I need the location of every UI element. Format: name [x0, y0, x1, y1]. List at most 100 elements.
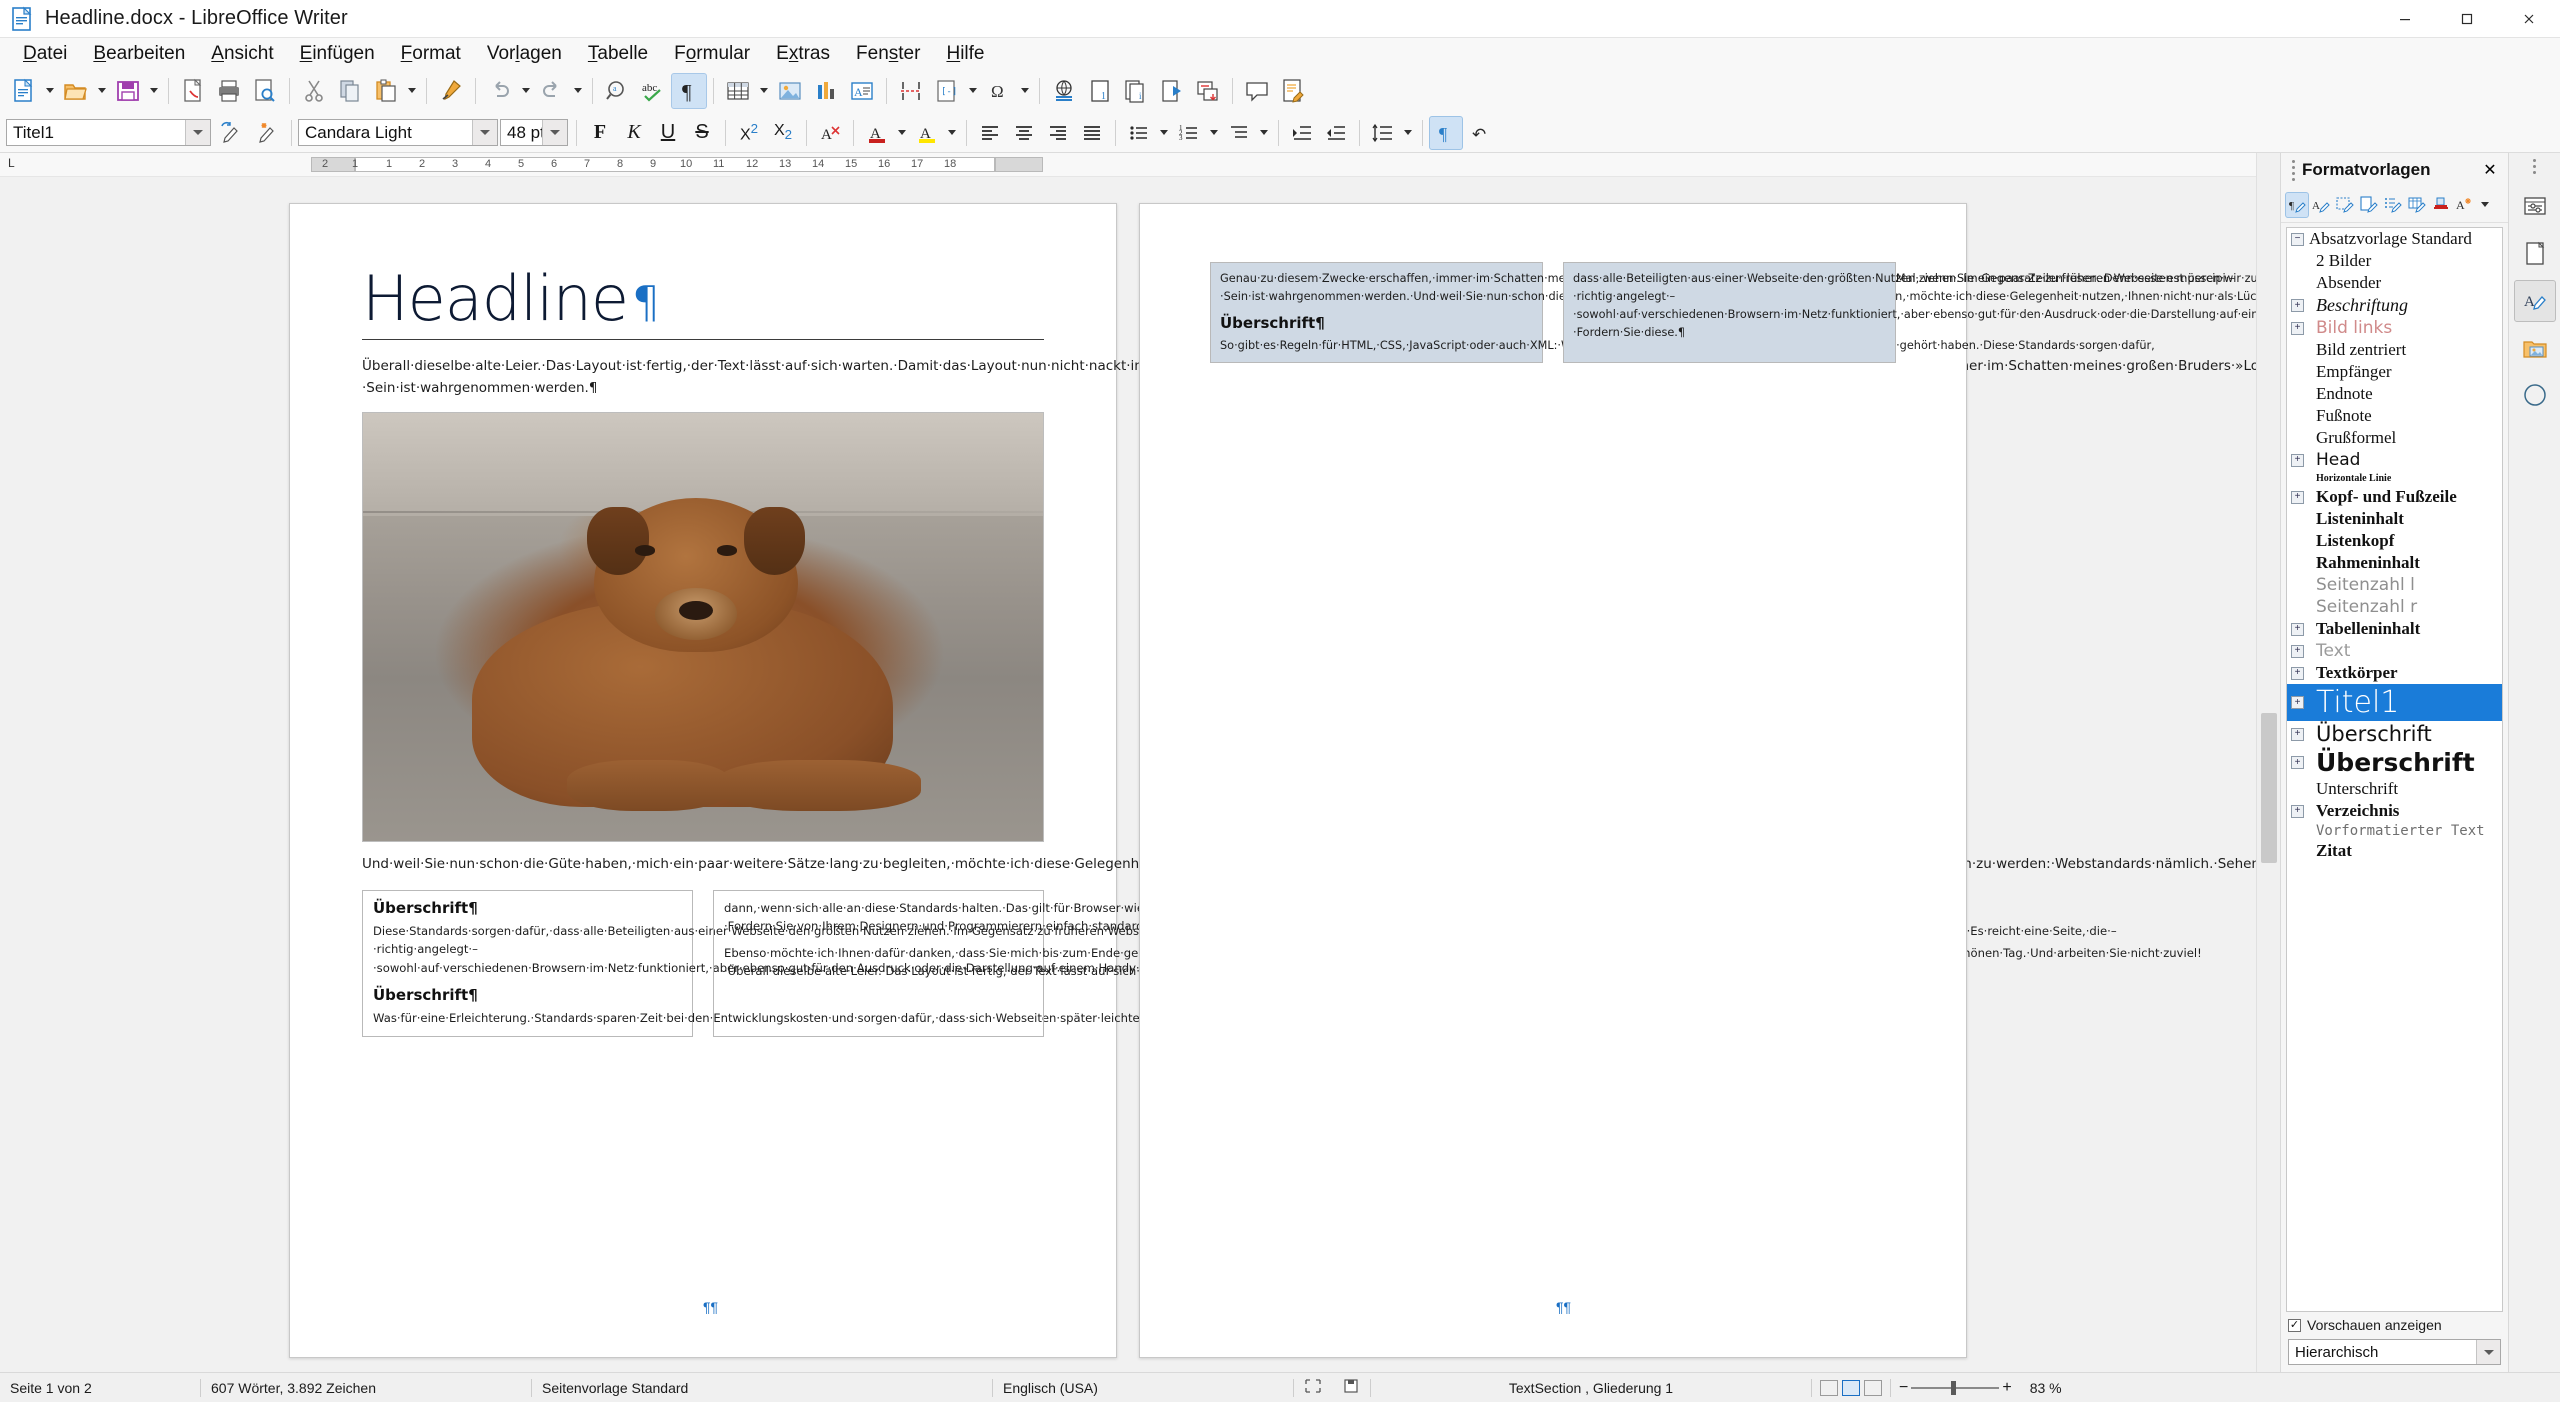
- insert-hyperlink-icon[interactable]: [1046, 73, 1082, 109]
- list-styles-icon[interactable]: [2381, 192, 2405, 218]
- menu-vorlagen[interactable]: Vorlagen: [474, 41, 575, 66]
- zoom-thumb[interactable]: [1951, 1380, 1957, 1395]
- menu-ansicht[interactable]: Ansicht: [198, 41, 286, 66]
- align-justify-button[interactable]: [1075, 116, 1109, 150]
- clear-formatting-button[interactable]: A: [813, 116, 847, 150]
- style-list-item[interactable]: + Bild links: [2287, 317, 2502, 339]
- highlight-color-dropdown[interactable]: [944, 115, 960, 151]
- style-list-item[interactable]: + Tabelleninhalt: [2287, 618, 2502, 640]
- table-styles-icon[interactable]: [2405, 192, 2429, 218]
- menu-hilfe[interactable]: Hilfe: [933, 41, 997, 66]
- menu-bearbeiten[interactable]: Bearbeiten: [80, 41, 198, 66]
- rail-grip-icon[interactable]: [2533, 159, 2536, 174]
- minimize-button[interactable]: [2374, 0, 2436, 38]
- multi-page-view-icon[interactable]: [1842, 1379, 1860, 1396]
- single-page-view-icon[interactable]: [1820, 1379, 1838, 1396]
- font-name-combo[interactable]: Candara Light: [298, 119, 498, 146]
- style-list-item[interactable]: Bild zentriert: [2287, 339, 2502, 361]
- new-document-dropdown[interactable]: [42, 73, 58, 109]
- section-body-4[interactable]: Ebenso·möchte·ich·Ihnen·dafür·danken,·da…: [724, 944, 2202, 981]
- style-list-item[interactable]: Zitat: [2287, 840, 2502, 862]
- menu-extras[interactable]: Extras: [763, 41, 843, 66]
- text-direction-button[interactable]: ↶: [1463, 116, 1497, 150]
- page-2-column-right[interactable]: dass·alle·Beteiligten·aus·einer·Webseite…: [1563, 262, 2256, 363]
- status-page-style[interactable]: Seitenvorlage Standard: [532, 1380, 992, 1396]
- export-pdf-icon[interactable]: [175, 73, 211, 109]
- insert-bookmark-icon[interactable]: [1154, 73, 1190, 109]
- increase-indent-button[interactable]: [1285, 116, 1319, 150]
- styles-toolbar-dropdown[interactable]: [2477, 192, 2493, 218]
- section-body[interactable]: Diese·Standards·sorgen·dafür,·dass·alle·…: [373, 922, 2117, 978]
- insert-image-icon[interactable]: [772, 73, 808, 109]
- insert-table-dropdown[interactable]: [756, 73, 772, 109]
- status-language[interactable]: Englisch (USA): [993, 1380, 1293, 1396]
- paste-icon[interactable]: [368, 73, 404, 109]
- cut-icon[interactable]: [296, 73, 332, 109]
- styles-filter-select[interactable]: Hierarchisch: [2288, 1339, 2501, 1365]
- spelling-icon[interactable]: abc: [635, 73, 671, 109]
- styles-filter-dropdown-icon[interactable]: [2476, 1340, 2500, 1364]
- expand-icon[interactable]: +: [2291, 696, 2304, 709]
- image-follow-paragraph[interactable]: Und·weil·Sie·nun·schon·die·Güte·haben,·m…: [362, 854, 2256, 876]
- style-list-item[interactable]: Seitenzahl l: [2287, 574, 2502, 596]
- style-list-item[interactable]: Vorformatierter Text: [2287, 822, 2502, 840]
- insert-special-character-dropdown[interactable]: [1017, 73, 1033, 109]
- zoom-in-icon[interactable]: +: [2002, 1379, 2011, 1397]
- line-spacing-dropdown[interactable]: [1400, 115, 1416, 151]
- insert-cross-reference-icon[interactable]: [1190, 73, 1226, 109]
- maximize-button[interactable]: [2436, 0, 2498, 38]
- open-document-dropdown[interactable]: [94, 73, 110, 109]
- page-break-icon[interactable]: [893, 73, 929, 109]
- new-style-from-selection-icon[interactable]: A: [2453, 192, 2477, 218]
- formatting-marks-toggle[interactable]: ¶: [1429, 115, 1463, 150]
- zoom-track[interactable]: [1911, 1380, 2000, 1395]
- fill-format-mode-icon[interactable]: [2429, 192, 2453, 218]
- style-list-item[interactable]: Empfänger: [2287, 361, 2502, 383]
- section-body-3[interactable]: dann,·wenn·sich·alle·an·diese·Standards·…: [724, 899, 1901, 936]
- style-list-item[interactable]: + Kopf- und Fußzeile: [2287, 486, 2502, 508]
- zoom-out-icon[interactable]: −: [1899, 1379, 1908, 1397]
- expand-icon[interactable]: +: [2291, 622, 2304, 636]
- expand-icon[interactable]: +: [2291, 666, 2304, 680]
- expand-icon[interactable]: +: [2291, 321, 2304, 335]
- style-list-item[interactable]: Fußnote: [2287, 405, 2502, 427]
- frame-styles-icon[interactable]: [2333, 192, 2357, 218]
- undo-dropdown[interactable]: [518, 73, 534, 109]
- align-left-button[interactable]: [973, 116, 1007, 150]
- ordered-list-dropdown[interactable]: [1206, 115, 1222, 151]
- ruler-tab-selector[interactable]: L: [8, 156, 15, 170]
- view-layout-modes[interactable]: [1812, 1379, 1890, 1396]
- section-body-3[interactable]: dass·alle·Beteiligten·aus·einer·Webseite…: [1573, 270, 2256, 341]
- style-list-item[interactable]: + Text: [2287, 640, 2502, 662]
- insert-comment-icon[interactable]: [1239, 73, 1275, 109]
- insert-chart-icon[interactable]: [808, 73, 844, 109]
- insert-table-icon[interactable]: [720, 73, 756, 109]
- style-list-item[interactable]: Seitenzahl r: [2287, 596, 2502, 618]
- font-color-dropdown[interactable]: [894, 115, 910, 151]
- scrollbar-thumb[interactable]: [2261, 713, 2277, 863]
- insert-field-dropdown[interactable]: [965, 73, 981, 109]
- dog-photo[interactable]: [362, 411, 1044, 842]
- line-spacing-button[interactable]: [1366, 116, 1400, 150]
- ordered-list-button[interactable]: 123: [1172, 116, 1206, 150]
- bold-button[interactable]: F: [583, 116, 617, 150]
- redo-dropdown[interactable]: [570, 73, 586, 109]
- insert-field-icon[interactable]: [-]: [929, 73, 965, 109]
- section-body[interactable]: Genau·zu·diesem·Zwecke·erschaffen,·immer…: [1220, 270, 2256, 306]
- expand-icon[interactable]: +: [2291, 490, 2304, 504]
- print-preview-icon[interactable]: [247, 73, 283, 109]
- style-list-item[interactable]: + Textkörper: [2287, 662, 2502, 684]
- expand-icon[interactable]: +: [2291, 804, 2304, 818]
- style-list-item[interactable]: Unterschrift: [2287, 778, 2502, 800]
- zoom-slider[interactable]: − +: [1891, 1379, 2020, 1397]
- page-styles-icon[interactable]: [2357, 192, 2381, 218]
- section-body-2[interactable]: So·gibt·es·Regeln·für·HTML,·CSS,·JavaScr…: [1220, 337, 2155, 355]
- save-document-dropdown[interactable]: [146, 73, 162, 109]
- save-document-icon[interactable]: [110, 73, 146, 109]
- copy-icon[interactable]: [332, 73, 368, 109]
- properties-deck-icon[interactable]: [2514, 233, 2556, 275]
- style-list-item[interactable]: Listenkopf: [2287, 530, 2502, 552]
- menu-tabelle[interactable]: Tabelle: [575, 41, 661, 66]
- open-document-icon[interactable]: [58, 73, 94, 109]
- highlight-color-button[interactable]: A: [910, 116, 944, 150]
